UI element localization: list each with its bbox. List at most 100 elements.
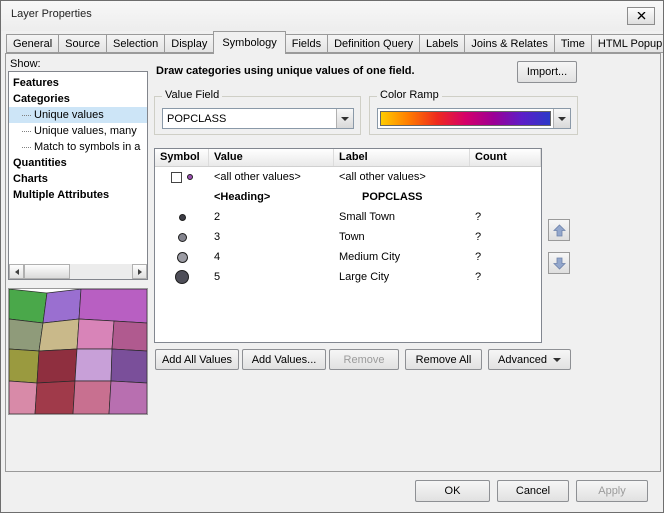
tree-line — [22, 131, 31, 132]
tree-item-categories[interactable]: Categories — [9, 91, 147, 107]
table-row-heading[interactable]: <Heading> POPCLASS — [155, 187, 541, 207]
point-symbol-icon[interactable] — [175, 270, 189, 284]
move-down-button[interactable] — [548, 252, 570, 274]
tree-line — [22, 115, 31, 116]
show-label: Show: — [10, 58, 41, 70]
apply-button[interactable]: Apply — [576, 480, 648, 502]
tab-joins-relates[interactable]: Joins & Relates — [464, 34, 554, 53]
count-cell: ? — [470, 251, 541, 263]
symbol-cell — [155, 172, 209, 183]
symbol-cell — [155, 252, 209, 263]
tab-definition-query[interactable]: Definition Query — [327, 34, 420, 53]
move-up-button[interactable] — [548, 219, 570, 241]
tree-line — [22, 147, 31, 148]
tree-item-charts[interactable]: Charts — [9, 171, 147, 187]
close-button[interactable] — [627, 7, 655, 25]
value-cell: <all other values> — [209, 171, 334, 183]
tree-item-multiple-attributes[interactable]: Multiple Attributes — [9, 187, 147, 203]
point-symbol-icon[interactable] — [187, 174, 193, 180]
chevron-down-icon — [341, 117, 349, 121]
tree-item-quantities[interactable]: Quantities — [9, 155, 147, 171]
button-label: Advanced — [498, 354, 547, 366]
import-button[interactable]: Import... — [517, 61, 577, 83]
tree-item-features[interactable]: Features — [9, 75, 147, 91]
column-header-count[interactable]: Count — [470, 149, 541, 166]
point-symbol-icon[interactable] — [178, 233, 187, 242]
button-label: Remove All — [416, 354, 472, 366]
scroll-right-button[interactable] — [132, 264, 147, 279]
up-arrow-icon — [553, 224, 566, 237]
symbology-preview-map — [8, 288, 148, 415]
tree-item-label: Unique values, many — [34, 125, 137, 137]
color-ramp-swatch — [380, 111, 551, 126]
column-header-symbol[interactable]: Symbol — [155, 149, 209, 166]
point-symbol-icon[interactable] — [179, 214, 186, 221]
tab-general[interactable]: General — [6, 34, 59, 53]
column-header-value[interactable]: Value — [209, 149, 334, 166]
button-label: Apply — [598, 485, 626, 497]
tree-item-label: Unique values — [34, 109, 104, 121]
label-cell: POPCLASS — [334, 191, 470, 203]
point-symbol-icon[interactable] — [177, 252, 188, 263]
down-arrow-icon — [553, 257, 566, 270]
add-values-button[interactable]: Add Values... — [242, 349, 326, 370]
value-field-value: POPCLASS — [163, 109, 336, 128]
advanced-button[interactable]: Advanced — [488, 349, 571, 370]
chevron-down-icon — [553, 358, 561, 362]
tree-item-unique-values[interactable]: Unique values — [9, 107, 147, 123]
value-field-dropdown-button[interactable] — [336, 109, 353, 128]
left-arrow-icon — [15, 269, 19, 275]
titlebar[interactable]: Layer Properties — [1, 1, 663, 31]
window-title: Layer Properties — [11, 8, 92, 20]
add-all-values-button[interactable]: Add All Values — [155, 349, 239, 370]
tab-selection[interactable]: Selection — [106, 34, 165, 53]
tab-labels[interactable]: Labels — [419, 34, 465, 53]
table-row[interactable]: 4 Medium City ? — [155, 247, 541, 267]
table-row[interactable]: 2 Small Town ? — [155, 207, 541, 227]
table-row[interactable]: <all other values> <all other values> — [155, 167, 541, 187]
tree-item-unique-values-many[interactable]: Unique values, many — [9, 123, 147, 139]
show-tree: Features Categories Unique values Unique… — [8, 71, 148, 280]
value-field-combobox[interactable]: POPCLASS — [162, 108, 354, 129]
count-cell: ? — [470, 271, 541, 283]
tab-time[interactable]: Time — [554, 34, 592, 53]
value-cell: 5 — [209, 271, 334, 283]
color-ramp-combobox[interactable] — [377, 108, 571, 129]
remove-all-button[interactable]: Remove All — [405, 349, 482, 370]
remove-button[interactable]: Remove — [329, 349, 399, 370]
symbol-cell — [155, 233, 209, 242]
tab-html-popup[interactable]: HTML Popup — [591, 34, 664, 53]
scroll-left-button[interactable] — [9, 264, 24, 279]
table-header: Symbol Value Label Count — [155, 149, 541, 167]
values-table: Symbol Value Label Count <all other valu… — [154, 148, 542, 343]
chevron-down-icon — [558, 117, 566, 121]
value-cell: 2 — [209, 211, 334, 223]
value-cell: 3 — [209, 231, 334, 243]
tab-symbology[interactable]: Symbology — [213, 31, 285, 54]
color-ramp-dropdown-button[interactable] — [553, 109, 570, 128]
label-cell: Small Town — [334, 211, 470, 223]
close-icon — [637, 12, 646, 20]
button-label: Cancel — [516, 485, 550, 497]
scroll-thumb[interactable] — [24, 264, 70, 279]
tab-display[interactable]: Display — [164, 34, 214, 53]
label-cell: Medium City — [334, 251, 470, 263]
tab-fields[interactable]: Fields — [285, 34, 328, 53]
button-label: Remove — [344, 354, 385, 366]
value-field-group-label: Value Field — [162, 89, 222, 101]
tab-source[interactable]: Source — [58, 34, 107, 53]
cancel-button[interactable]: Cancel — [497, 480, 569, 502]
value-cell: 4 — [209, 251, 334, 263]
tree-item-match-symbols[interactable]: Match to symbols in a — [9, 139, 147, 155]
all-other-values-checkbox[interactable] — [171, 172, 182, 183]
horizontal-scrollbar[interactable] — [9, 264, 147, 279]
column-header-label[interactable]: Label — [334, 149, 470, 166]
table-row[interactable]: 3 Town ? — [155, 227, 541, 247]
count-cell: ? — [470, 211, 541, 223]
tab-strip: General Source Selection Display Symbolo… — [6, 31, 664, 54]
color-ramp-group-label: Color Ramp — [377, 89, 442, 101]
label-cell: <all other values> — [334, 171, 470, 183]
ok-button[interactable]: OK — [415, 480, 490, 502]
tree-item-label: Match to symbols in a — [34, 141, 140, 153]
table-row[interactable]: 5 Large City ? — [155, 267, 541, 287]
